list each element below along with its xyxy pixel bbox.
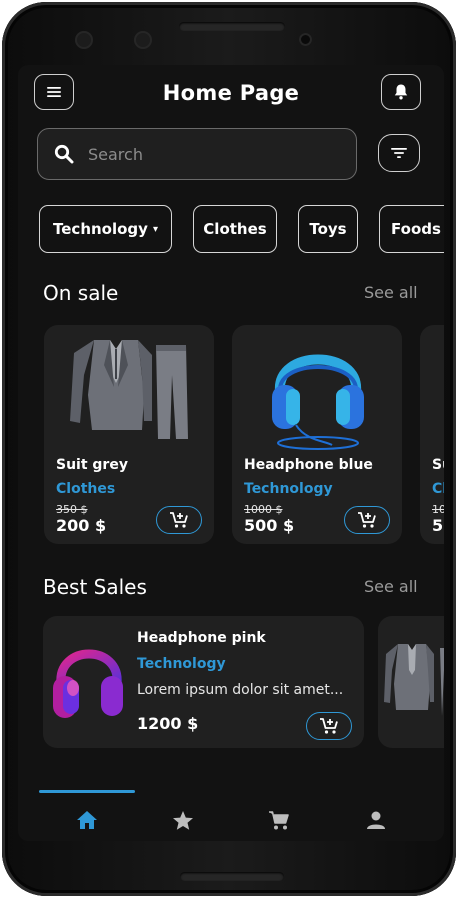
product-price: 200 $ <box>56 516 107 535</box>
headphone-pink-image <box>53 649 123 718</box>
product-old-price: 350 $ <box>56 503 88 516</box>
product-card-partial[interactable]: Su Cl 10 5 <box>420 325 444 544</box>
nav-favorites[interactable] <box>168 805 198 835</box>
product-card-suit[interactable]: Suit grey Clothes 350 $ 200 $ <box>44 325 214 544</box>
nav-profile[interactable] <box>361 805 391 835</box>
product-old-price: 1000 $ <box>244 503 283 516</box>
filter-icon <box>391 148 407 158</box>
category-chip-label: Clothes <box>203 220 267 238</box>
product-category: Technology <box>244 481 333 497</box>
nav-cart[interactable] <box>264 805 294 835</box>
product-price: 5 <box>432 516 444 535</box>
product-description: Lorem ipsum dolor sit amet... <box>137 682 344 698</box>
product-old-price: 10 <box>432 503 444 516</box>
headphone-blue-image <box>272 354 364 450</box>
on-sale-title: On sale <box>43 281 119 305</box>
best-sales-title: Best Sales <box>43 575 147 599</box>
product-price: 1200 $ <box>137 714 199 733</box>
add-cart-icon <box>170 512 188 528</box>
front-sensor <box>75 31 93 49</box>
phone-frame: Home Page Technology ▾ <box>2 2 456 896</box>
add-cart-icon <box>320 718 338 734</box>
add-to-cart-button[interactable] <box>306 712 352 740</box>
filter-button[interactable] <box>378 134 420 172</box>
search-input[interactable] <box>86 143 340 165</box>
category-chip-toys[interactable]: Toys <box>298 205 358 253</box>
best-sales-see-all-link[interactable]: See all <box>364 577 418 596</box>
category-chip-clothes[interactable]: Clothes <box>193 205 277 253</box>
home-icon <box>77 811 97 829</box>
best-sale-card-headphone-pink[interactable]: Headphone pink Technology Lorem ipsum do… <box>43 616 364 748</box>
product-card-headphone-blue[interactable]: Headphone blue Technology 1000 $ 500 $ <box>232 325 402 544</box>
search-icon <box>54 144 74 164</box>
app-screen: Home Page Technology ▾ <box>18 65 444 841</box>
suit-image <box>384 644 444 716</box>
nav-home[interactable] <box>72 805 102 835</box>
on-sale-see-all-link[interactable]: See all <box>364 283 418 302</box>
bottom-speaker <box>180 872 284 881</box>
bell-icon <box>394 84 408 100</box>
product-category: Cl <box>432 481 444 497</box>
product-name: Su <box>432 457 444 473</box>
search-bar[interactable] <box>37 128 357 180</box>
star-icon <box>173 810 193 830</box>
category-chip-label: Foods <box>391 220 441 238</box>
product-category: Clothes <box>56 481 116 497</box>
nav-active-indicator <box>39 790 135 793</box>
chevron-down-icon: ▾ <box>152 223 158 235</box>
category-chip-foods[interactable]: Foods <box>379 205 444 253</box>
product-name: Headphone blue <box>244 457 373 473</box>
top-speaker <box>179 22 285 31</box>
category-chip-label: Technology <box>53 220 148 238</box>
category-chip-label: Toys <box>309 220 347 238</box>
profile-icon <box>367 811 385 829</box>
product-name: Headphone pink <box>137 630 266 646</box>
notifications-button[interactable] <box>381 74 421 110</box>
proximity-sensor <box>299 33 312 46</box>
product-name: Suit grey <box>56 457 128 473</box>
product-category: Technology <box>137 656 226 672</box>
add-cart-icon <box>358 512 376 528</box>
cart-icon <box>269 810 289 829</box>
add-to-cart-button[interactable] <box>156 506 202 534</box>
category-chip-technology[interactable]: Technology ▾ <box>39 205 172 253</box>
product-price: 500 $ <box>244 516 295 535</box>
best-sale-card-partial[interactable] <box>378 616 444 748</box>
add-to-cart-button[interactable] <box>344 506 390 534</box>
suit-image <box>70 340 188 439</box>
front-camera <box>134 31 152 49</box>
